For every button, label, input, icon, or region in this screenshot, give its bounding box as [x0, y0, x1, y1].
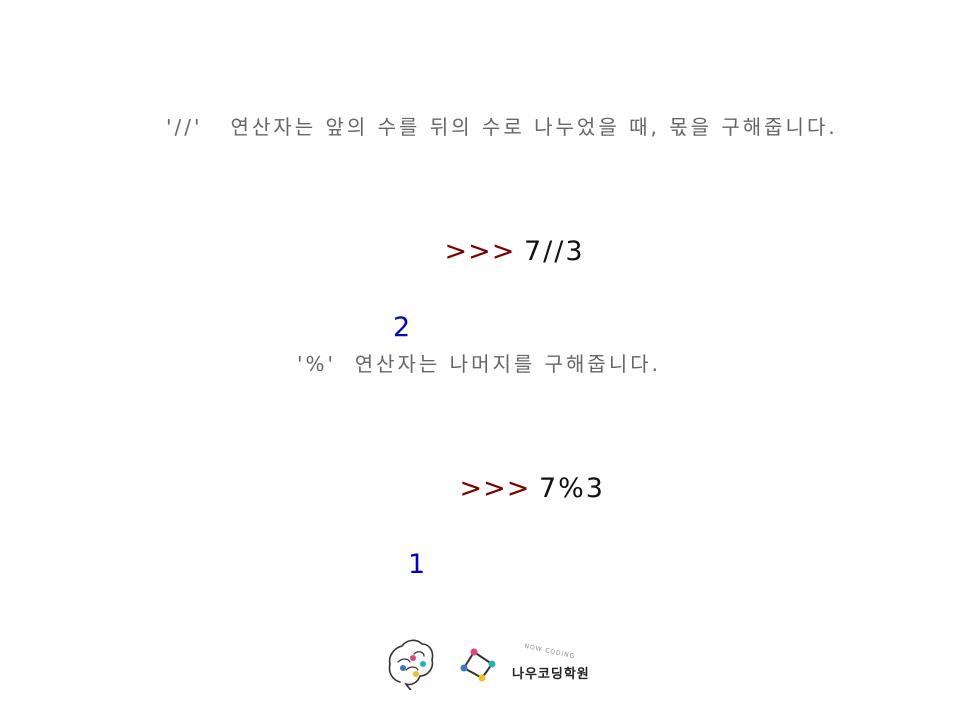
modulo-expression: 7%3 [538, 473, 605, 504]
floor-division-code-block: >>> 7//3 2 [393, 195, 585, 347]
floor-division-description: '//' 연산자는 앞의 수를 뒤의 수로 나누었을 때, 몫을 구해줍니다. [166, 115, 838, 139]
floor-division-result: 2 [393, 312, 411, 343]
python-prompt: >>> [459, 473, 531, 504]
academy-subtitle: NOW CODING [523, 642, 576, 661]
modulo-input-line: >>> 7%3 [408, 432, 605, 546]
modulo-result: 1 [408, 549, 426, 580]
python-prompt: >>> [444, 236, 516, 267]
brain-logo-icon [388, 639, 434, 690]
modulo-code-block: >>> 7%3 1 [408, 432, 605, 584]
floor-division-input-line: >>> 7//3 [393, 195, 585, 309]
network-logo-icon [460, 648, 496, 682]
floor-division-expression: 7//3 [523, 236, 585, 267]
academy-logo: NOW CODING 나우코딩학원 [386, 636, 606, 692]
modulo-description: '%' 연산자는 나머지를 구해줍니다. [297, 352, 661, 376]
academy-name: 나우코딩학원 [512, 667, 590, 682]
